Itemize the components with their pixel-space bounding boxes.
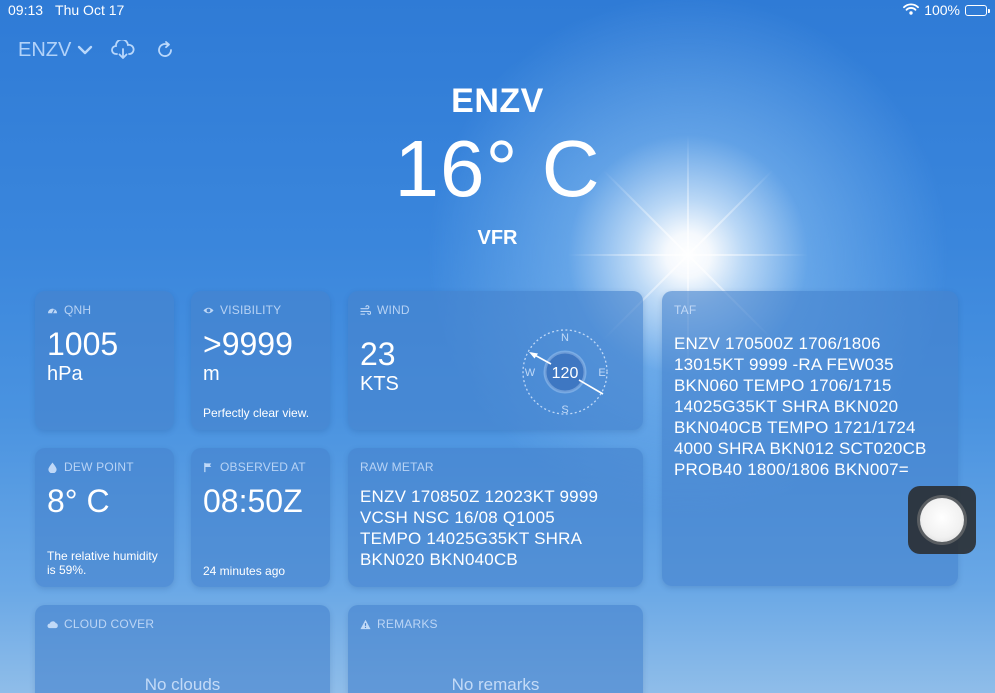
hero-summary: ENZV 16° C VFR [0,82,995,250]
remarks-value: No remarks [451,675,540,693]
visibility-value: >9999 [203,326,293,362]
status-bar: 09:13 Thu Oct 17 100% [0,0,995,20]
raw-metar-title: RAW METAR [360,460,434,474]
observed-title: OBSERVED AT [203,460,318,474]
eye-icon [203,307,214,313]
status-indicators: 100% [903,2,990,18]
qnh-card[interactable]: QNH 1005 hPa [35,291,174,430]
wind-icon [360,304,371,315]
gauge-icon [47,308,58,313]
compass-s: S [561,404,568,416]
dew-point-title: DEW POINT [47,460,162,474]
dew-point-card[interactable]: DEW POINT 8° C The relative humidity is … [35,448,174,587]
station-name: ENZV [451,82,544,120]
flight-rules: VFR [477,227,518,249]
warning-icon [360,619,371,629]
humidity-note: The relative humidity is 59%. [47,549,158,577]
compass-w: W [525,367,536,379]
taf-title: TAF [674,303,697,317]
compass-n: N [561,332,569,344]
wifi-icon [903,2,920,18]
dew-point-value: 8° C [47,483,110,519]
visibility-note: Perfectly clear view. [203,406,310,420]
visibility-unit: m [203,363,220,385]
refresh-icon[interactable] [153,38,177,62]
station-selector-label: ENZV [18,38,72,61]
raw-metar-card[interactable]: RAW METAR ENZV 170850Z 12023KT 9999 VCSH… [348,448,643,587]
status-date: Thu Oct 17 [55,2,125,18]
qnh-title: QNH [47,303,162,317]
visibility-card[interactable]: VISIBILITY >9999 m Perfectly clear view. [191,291,330,430]
status-time: 09:13 [8,2,44,18]
raw-metar-text: ENZV 170850Z 12023KT 9999 VCSH NSC 16/08… [360,487,599,569]
cloud-cover-title: CLOUD COVER [47,617,318,631]
assistive-touch-icon [920,498,964,542]
cloud-cover-card[interactable]: CLOUD COVER No clouds [35,605,330,693]
droplet-icon [48,461,57,473]
qnh-value: 1005 [47,326,119,362]
observed-ago: 24 minutes ago [203,564,286,578]
toolbar: ENZV [18,38,177,62]
assistive-touch-button[interactable] [908,486,976,554]
battery-icon [965,4,990,16]
wind-card[interactable]: WIND 23 KTS N S W E 120 [348,291,643,430]
cloud-download-icon[interactable] [111,38,135,62]
cloud-icon [47,620,58,628]
wind-direction: 120 [552,365,579,382]
cloud-cover-value: No clouds [144,675,221,693]
chevron-down-icon [77,39,93,62]
observed-card[interactable]: OBSERVED AT 08:50Z 24 minutes ago [191,448,330,587]
wind-compass: N S W E 120 [520,327,610,417]
remarks-title: REMARKS [360,617,631,631]
taf-text: ENZV 170500Z 1706/1806 13015KT 9999 -RA … [674,334,927,479]
temperature: 16° C [394,124,601,213]
battery-percent: 100% [924,2,960,18]
visibility-title: VISIBILITY [203,303,318,317]
qnh-unit: hPa [47,363,83,385]
flag-icon [204,462,212,472]
station-selector[interactable]: ENZV [18,39,93,62]
compass-e: E [598,367,605,379]
wind-title: WIND [360,303,631,317]
observed-time: 08:50Z [203,483,303,519]
remarks-card[interactable]: REMARKS No remarks [348,605,643,693]
